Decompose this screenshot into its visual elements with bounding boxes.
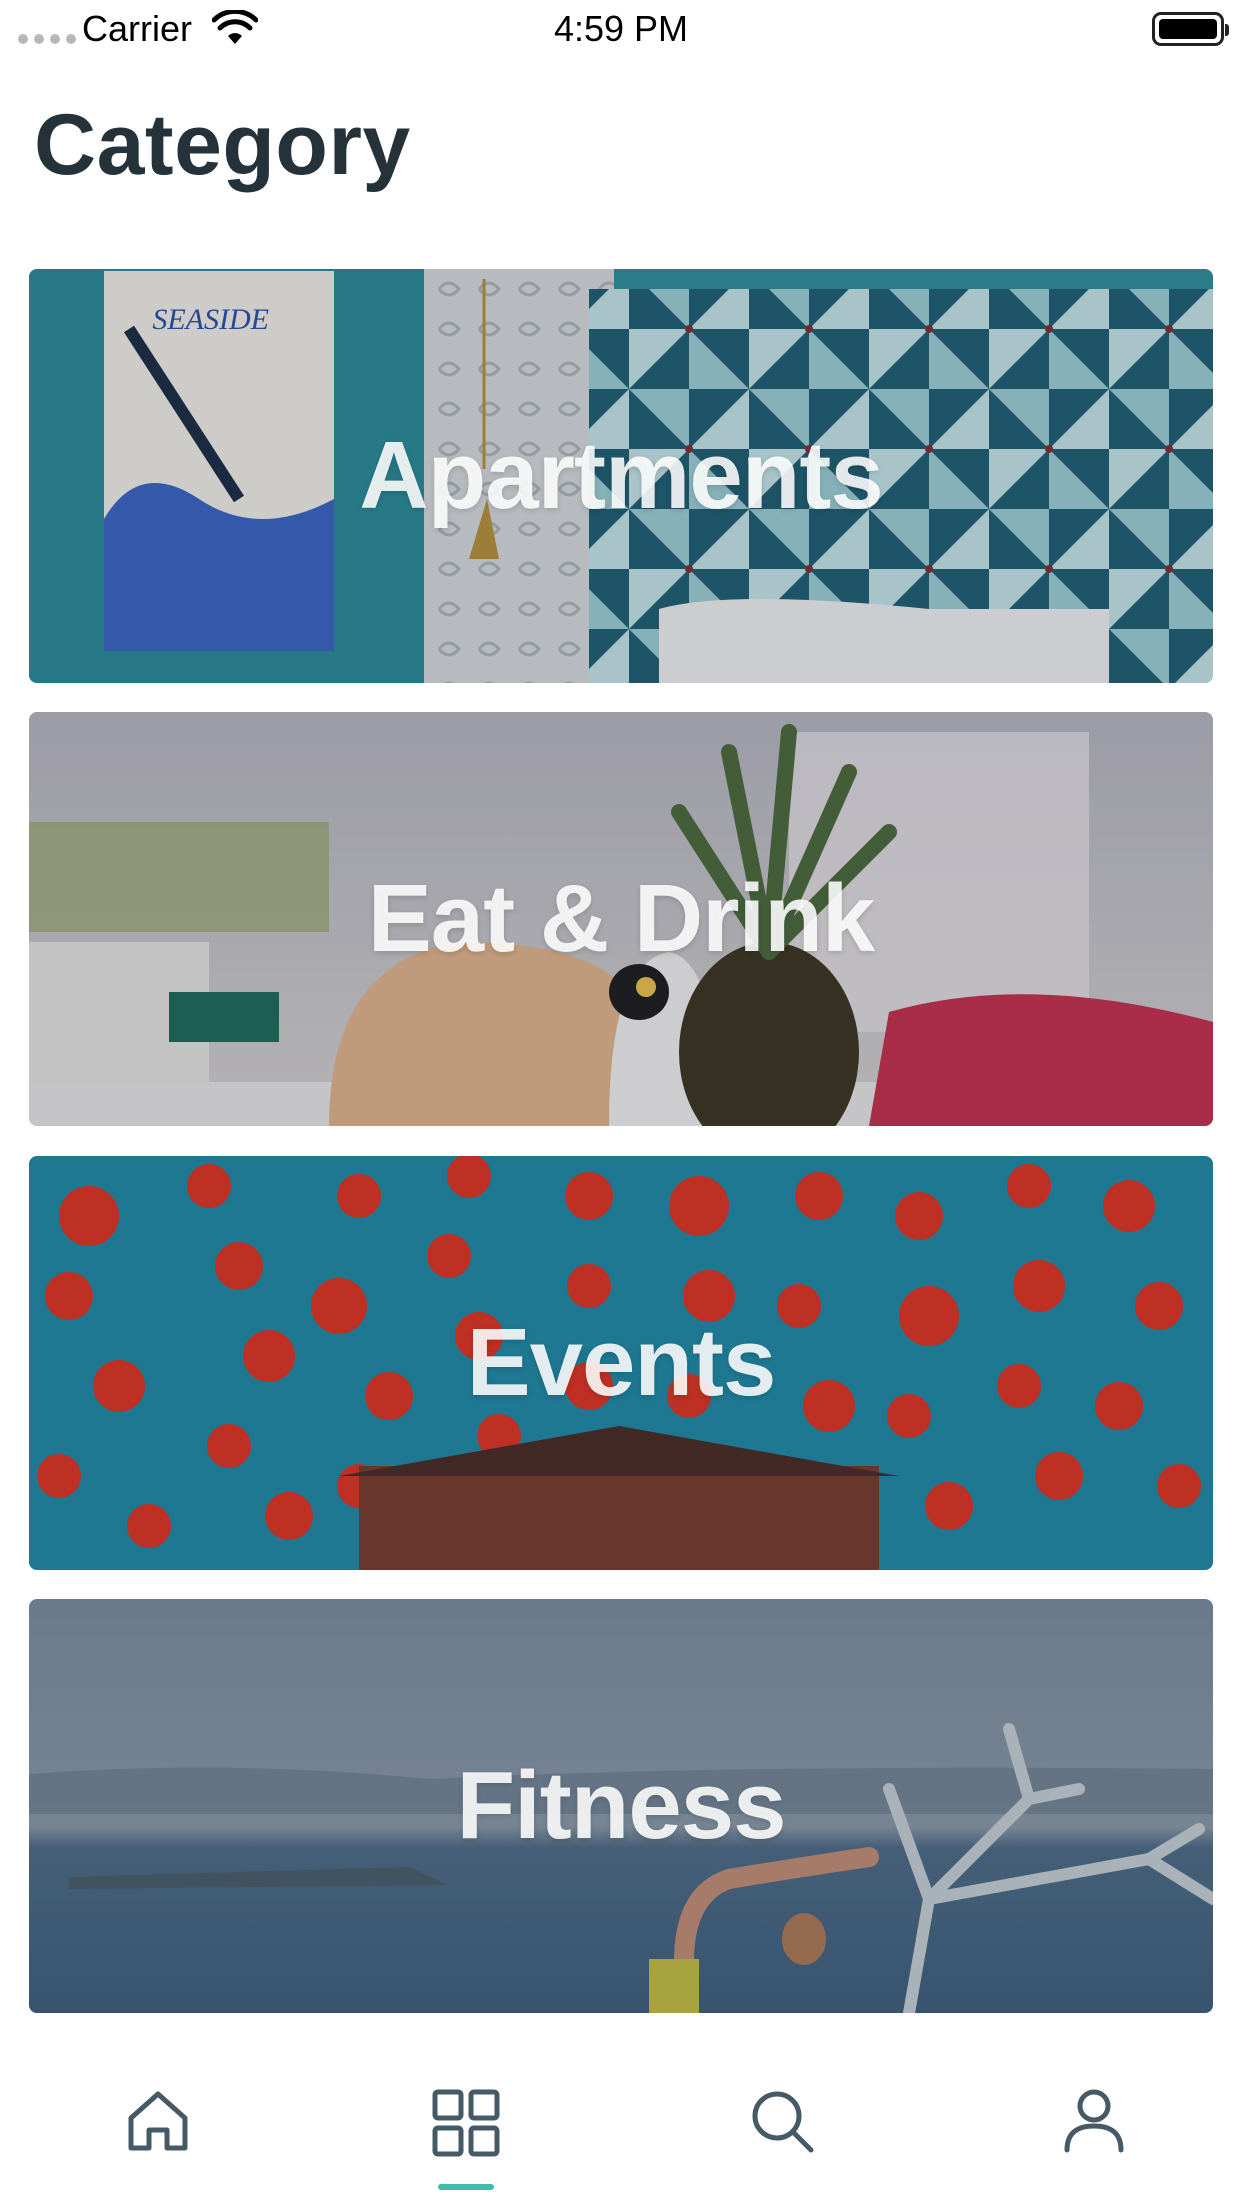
status-time: 4:59 PM [553, 8, 689, 49]
category-label: Events [466, 1309, 777, 1416]
category-card-events[interactable]: Events [29, 1156, 1213, 1570]
tab-categories[interactable] [396, 2088, 536, 2188]
category-card-apartments[interactable]: SEASIDE Apartments [29, 269, 1213, 683]
active-tab-indicator [438, 2184, 494, 2190]
category-label: Apartments [359, 422, 883, 529]
status-bar: Carrier 4:59 PM [0, 0, 1242, 60]
tab-search[interactable] [712, 2088, 852, 2188]
profile-icon [1064, 2089, 1124, 2153]
category-label: Eat & Drink [367, 865, 875, 972]
page-title: Category [34, 97, 411, 193]
tab-profile[interactable] [1024, 2088, 1164, 2188]
search-icon [752, 2091, 814, 2153]
tab-home[interactable] [88, 2088, 228, 2188]
category-card-fitness[interactable]: Fitness [29, 1599, 1213, 2013]
home-icon [128, 2091, 188, 2151]
battery-icon [1152, 12, 1229, 46]
category-label: Fitness [456, 1752, 786, 1859]
category-card-eat-drink[interactable]: Eat & Drink [29, 712, 1213, 1126]
category-screen: Carrier 4:59 PM Category SEASIDE Apartme… [0, 0, 1242, 2208]
tab-bar [0, 2050, 1242, 2208]
grid-icon [432, 2089, 500, 2157]
